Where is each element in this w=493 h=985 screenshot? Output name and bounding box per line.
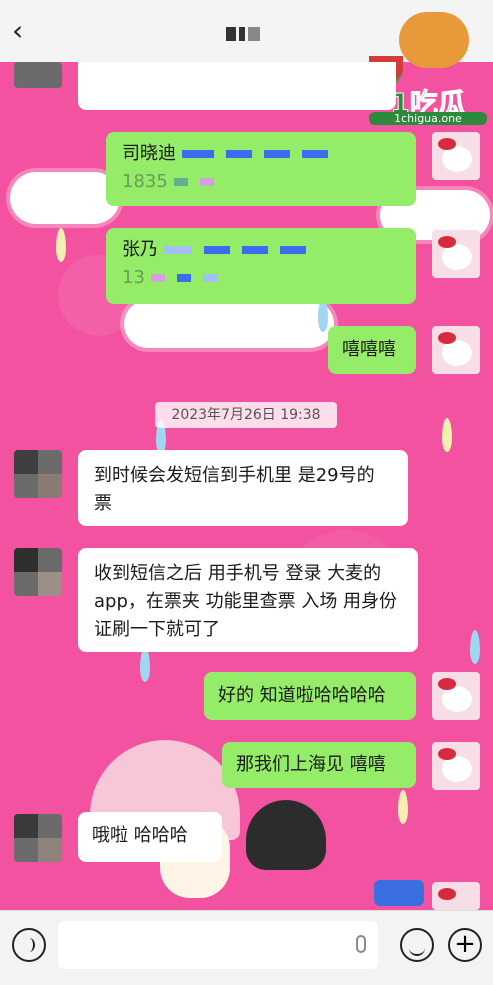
message-bubble [78,62,396,110]
contact-avatar[interactable] [14,814,62,862]
microphone-icon[interactable] [356,935,366,953]
my-avatar[interactable] [432,742,480,790]
message-text: 13 [122,267,145,288]
message-bubble: 好的 知道啦哈哈哈哈 [204,672,416,720]
plus-icon[interactable]: + [448,928,482,962]
message-bubble: 到时候会发短信到手机里 是29号的票 [78,450,408,526]
message-text: 张乃 [122,239,158,260]
contact-avatar[interactable] [14,548,62,596]
my-avatar[interactable] [432,230,480,278]
my-avatar[interactable] [432,132,480,180]
my-avatar[interactable] [432,672,480,720]
cloud-decoration [124,300,334,348]
input-bar: + [0,910,493,985]
raindrop-decoration [470,630,480,664]
contact-avatar[interactable] [14,450,62,498]
raindrop-decoration [56,228,66,262]
voice-icon[interactable] [12,928,46,962]
message-text: 收到短信之后 用手机号 登录 大麦的app，在票夹 功能里查票 入场 用身份证刷… [94,563,398,640]
message-bubble: 收到短信之后 用手机号 登录 大麦的app，在票夹 功能里查票 入场 用身份证刷… [78,548,418,652]
message-text: 1835 [122,171,168,192]
mobile-sticker [374,880,424,906]
message-text: 好的 知道啦哈哈哈哈 [218,685,386,706]
message-bubble: 张乃 13 [106,228,416,304]
chat-title [226,26,286,44]
my-avatar[interactable] [432,326,480,374]
message-timestamp: 2023年7月26日 19:38 [155,402,337,428]
cat-sticker [246,800,326,870]
raindrop-decoration [398,790,408,824]
cloud-decoration [10,172,120,224]
chevron-left-icon[interactable]: ‹ [12,14,23,47]
message-input[interactable] [58,921,378,969]
message-text: 哦啦 哈哈哈 [92,825,188,846]
message-bubble: 哦啦 哈哈哈 [78,812,222,862]
message-bubble: 嘻嘻嘻 [328,326,416,374]
dog-logo-icon [399,12,469,68]
my-avatar[interactable] [432,882,480,910]
message-bubble: 司晓迪 1835 [106,132,416,206]
message-text: 嘻嘻嘻 [342,339,396,360]
raindrop-decoration [442,418,452,452]
logo-domain: 1chigua.one [369,112,487,125]
emoji-icon[interactable] [400,928,434,962]
message-text: 到时候会发短信到手机里 是29号的票 [94,465,375,514]
message-bubble: 那我们上海见 嘻嘻 [222,742,416,788]
raindrop-decoration [140,648,150,682]
contact-avatar[interactable] [14,62,62,88]
message-text: 那我们上海见 嘻嘻 [236,754,386,775]
message-text: 司晓迪 [122,143,176,164]
